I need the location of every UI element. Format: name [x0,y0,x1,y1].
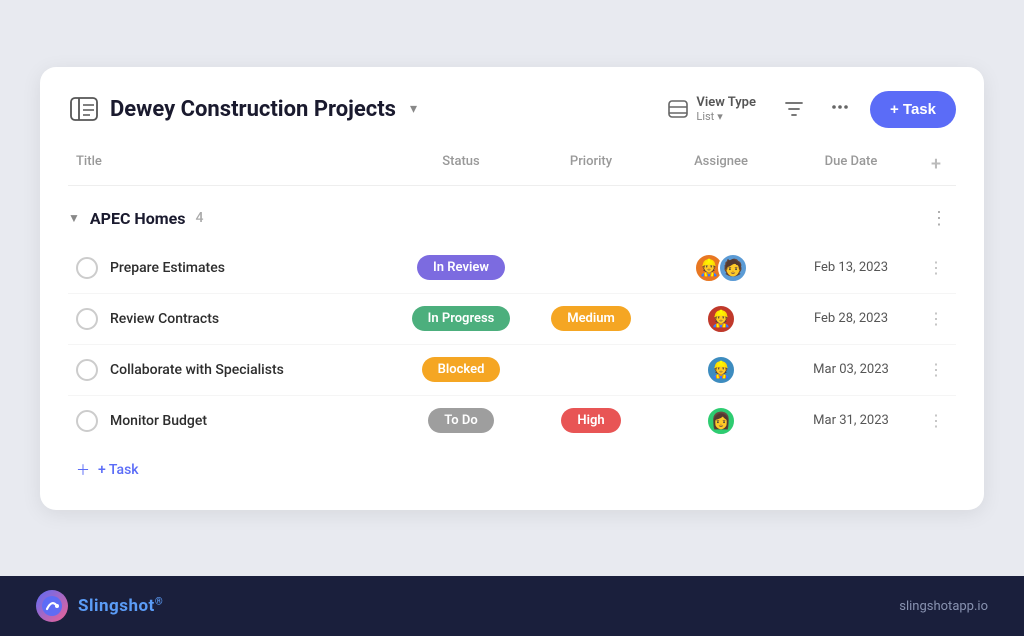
header-left: Dewey Construction Projects ▾ [68,95,417,123]
task-checkbox[interactable] [76,410,98,432]
task-priority-cell: Medium [526,306,656,331]
add-task-button[interactable]: + Task [870,91,956,128]
group-header: ▼ APEC Homes 4 ⋮ [68,186,956,243]
avatar-group: 👷🧑 [694,253,748,283]
add-task-row[interactable]: ＋ + Task [68,446,956,482]
avatar-group: 👩 [706,406,736,436]
card-header: Dewey Construction Projects ▾ View Type [68,91,956,128]
avatar: 👷 [706,355,736,385]
sidebar-icon[interactable] [68,95,100,123]
task-title-cell: Collaborate with Specialists [68,359,396,381]
task-more-icon[interactable]: ⋮ [916,360,956,379]
task-checkbox[interactable] [76,257,98,279]
footer-brand: Slingshot® [36,590,163,622]
more-options-icon[interactable] [824,92,856,126]
task-status-cell: Blocked [396,357,526,382]
task-title-cell: Prepare Estimates [68,257,396,279]
view-type-icon [668,100,688,118]
task-row: Collaborate with Specialists Blocked 👷 Mar … [68,345,956,396]
task-name: Monitor Budget [110,413,207,429]
task-status-cell: In Progress [396,306,526,331]
group-name: APEC Homes [90,209,186,228]
task-more-icon[interactable]: ⋮ [916,309,956,328]
main-card: Dewey Construction Projects ▾ View Type [40,67,984,510]
status-badge[interactable]: In Review [417,255,505,280]
status-badge[interactable]: Blocked [422,357,501,382]
task-title-cell: Review Contracts [68,308,396,330]
task-more-icon[interactable]: ⋮ [916,411,956,430]
chevron-down-icon[interactable]: ▾ [410,101,417,117]
task-due-date: Mar 31, 2023 [786,413,916,428]
task-more-icon[interactable]: ⋮ [916,258,956,277]
task-name: Collaborate with Specialists [110,362,284,378]
task-due-date: Mar 03, 2023 [786,362,916,377]
status-badge[interactable]: To Do [428,408,493,433]
task-status-cell: In Review [396,255,526,280]
task-row: Review Contracts In Progress Medium 👷 Feb 28… [68,294,956,345]
task-name: Review Contracts [110,311,219,327]
header-right: View Type List ▾ [660,91,956,128]
task-row: Monitor Budget To Do High 👩 Mar 31, 2023⋮ [68,396,956,446]
add-task-plus-icon: ＋ [76,460,90,480]
avatar: 👩 [706,406,736,436]
col-duedate-header: Due Date [786,154,916,175]
task-title-cell: Monitor Budget [68,410,396,432]
priority-badge[interactable]: Medium [551,306,631,331]
col-title-header: Title [68,154,396,175]
task-checkbox[interactable] [76,359,98,381]
avatar-group: 👷 [706,304,736,334]
group-more-icon[interactable]: ⋮ [922,204,956,233]
group-count: 4 [195,210,203,226]
status-badge[interactable]: In Progress [412,306,511,331]
col-status-header: Status [396,154,526,175]
footer: Slingshot® slingshotapp.io [0,576,1024,636]
task-assignee-cell: 👷 [656,304,786,334]
footer-url: slingshotapp.io [899,599,988,614]
task-assignee-cell: 👷 [656,355,786,385]
task-checkbox[interactable] [76,308,98,330]
col-assignee-header: Assignee [656,154,786,175]
task-row: Prepare Estimates In Review 👷🧑 Feb 13, 2023… [68,243,956,294]
avatar: 👷 [706,304,736,334]
slingshot-logo [36,590,68,622]
view-type-label: View Type [696,95,756,110]
view-type-button[interactable]: View Type List ▾ [660,91,764,127]
task-due-date: Feb 28, 2023 [786,311,916,326]
view-type-sub: List ▾ [696,110,756,123]
task-assignee-cell: 👩 [656,406,786,436]
project-title: Dewey Construction Projects [110,97,396,122]
avatar: 🧑 [718,253,748,283]
collapse-icon[interactable]: ▼ [68,211,80,225]
footer-brand-name: Slingshot® [78,596,163,616]
task-status-cell: To Do [396,408,526,433]
task-due-date: Feb 13, 2023 [786,260,916,275]
task-priority-cell: High [526,408,656,433]
add-column-icon[interactable]: + [916,154,956,175]
col-priority-header: Priority [526,154,656,175]
view-type-text: View Type List ▾ [696,95,756,123]
add-task-label: + Task [98,462,139,478]
avatar-group: 👷 [706,355,736,385]
filter-icon[interactable] [778,94,810,124]
group-left: ▼ APEC Homes 4 [68,209,203,228]
task-assignee-cell: 👷🧑 [656,253,786,283]
task-list: Prepare EstimatesIn Review👷🧑Feb 13, 2023… [68,243,956,446]
table-header: Title Status Priority Assignee Due Date … [68,148,956,186]
task-name: Prepare Estimates [110,260,225,276]
priority-badge[interactable]: High [561,408,620,433]
